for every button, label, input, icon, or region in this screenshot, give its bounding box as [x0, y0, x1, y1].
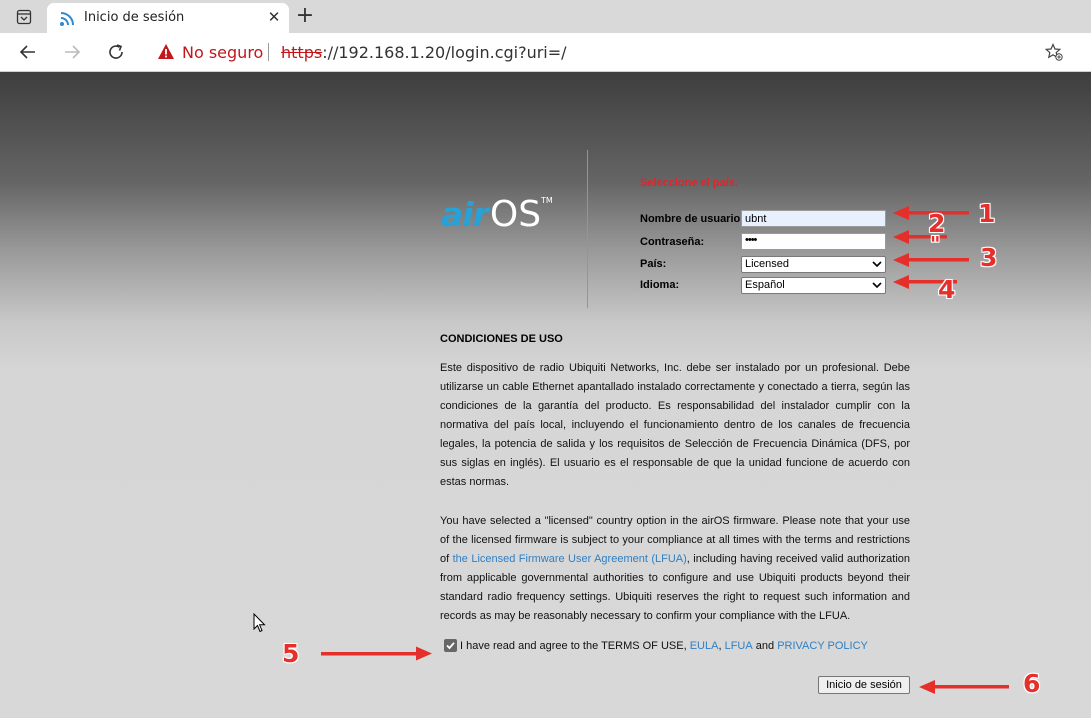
- country-label: País:: [640, 258, 667, 270]
- terms-paragraph-lfua: You have selected a "licensed" country o…: [440, 512, 910, 626]
- country-select[interactable]: Licensed: [741, 256, 886, 273]
- close-tab-icon[interactable]: ✕: [265, 8, 283, 26]
- vertical-divider: [587, 150, 588, 308]
- annotation-number-6: 6: [1023, 669, 1041, 698]
- logo-air-text: air: [441, 195, 489, 234]
- username-input[interactable]: [741, 210, 886, 227]
- browser-tab[interactable]: Inicio de sesión ✕: [47, 3, 289, 33]
- wifi-icon: [59, 11, 75, 27]
- agree-text: I have read and agree to the TERMS OF US…: [460, 639, 687, 652]
- terms-paragraph-es: Este dispositivo de radio Ubiquiti Netwo…: [440, 362, 910, 488]
- annotation-arrow-6-icon: [919, 680, 1009, 694]
- annotation-number-3: 3: [980, 243, 998, 272]
- terms-heading: CONDICIONES DE USO: [440, 333, 563, 345]
- lfua-agreement-link[interactable]: the Licensed Firmware User Agreement (LF…: [453, 553, 687, 565]
- eula-link[interactable]: EULA: [690, 640, 719, 652]
- annotation-number-5: 5: [282, 639, 300, 668]
- new-tab-button[interactable]: +: [294, 4, 316, 28]
- airos-logo: airOSTM: [441, 194, 553, 235]
- login-page: airOSTM Seleccione el país. Nombre de us…: [0, 72, 1091, 718]
- browser-tab-bar: Inicio de sesión ✕ +: [0, 0, 1091, 33]
- annotation-number-1: 1: [978, 199, 996, 228]
- password-input[interactable]: ••••: [741, 233, 886, 250]
- password-label: Contraseña:: [640, 236, 705, 248]
- annotation-arrow-5-icon: [321, 646, 432, 661]
- chevron-down-icon: [872, 280, 882, 293]
- language-label: Idioma:: [640, 279, 680, 291]
- tab-actions-icon[interactable]: [10, 6, 38, 28]
- url-path: ://192.168.1.20/login.cgi?uri=/: [322, 43, 567, 62]
- and-text: and: [755, 639, 775, 652]
- username-label: Nombre de usuario:: [640, 213, 744, 225]
- add-favorite-icon[interactable]: [1044, 43, 1063, 64]
- agree-checkbox[interactable]: [444, 639, 457, 652]
- mouse-cursor-icon: [253, 612, 266, 636]
- country-error-message: Seleccione el país.: [640, 177, 738, 189]
- privacy-policy-link[interactable]: PRIVACY POLICY: [777, 640, 868, 652]
- address-separator: [268, 43, 269, 61]
- url-text[interactable]: https://192.168.1.20/login.cgi?uri=/: [281, 43, 567, 62]
- chevron-down-icon: [872, 259, 882, 272]
- not-secure-label[interactable]: No seguro: [182, 43, 263, 62]
- warning-triangle-icon[interactable]: [157, 43, 175, 63]
- language-select-value: Español: [745, 279, 785, 291]
- annotation-quote-mark: ": [930, 232, 941, 256]
- browser-toolbar: No seguro https://192.168.1.20/login.cgi…: [0, 33, 1091, 72]
- tab-title: Inicio de sesión: [84, 10, 185, 25]
- language-select[interactable]: Español: [741, 277, 886, 294]
- lfua-link[interactable]: LFUA: [725, 640, 753, 652]
- logo-os-text: OS: [489, 194, 542, 235]
- annotation-number-4: 4: [938, 275, 956, 304]
- forward-arrow-icon[interactable]: [60, 40, 84, 64]
- address-bar[interactable]: No seguro https://192.168.1.20/login.cgi…: [144, 36, 1075, 68]
- country-select-value: Licensed: [745, 258, 790, 270]
- agree-row: I have read and agree to the TERMS OF US…: [444, 639, 868, 652]
- logo-trademark: TM: [541, 196, 553, 205]
- url-scheme: https: [281, 43, 323, 62]
- reload-icon[interactable]: [104, 40, 128, 64]
- back-arrow-icon[interactable]: [16, 40, 40, 64]
- login-button[interactable]: Inicio de sesión: [818, 676, 910, 694]
